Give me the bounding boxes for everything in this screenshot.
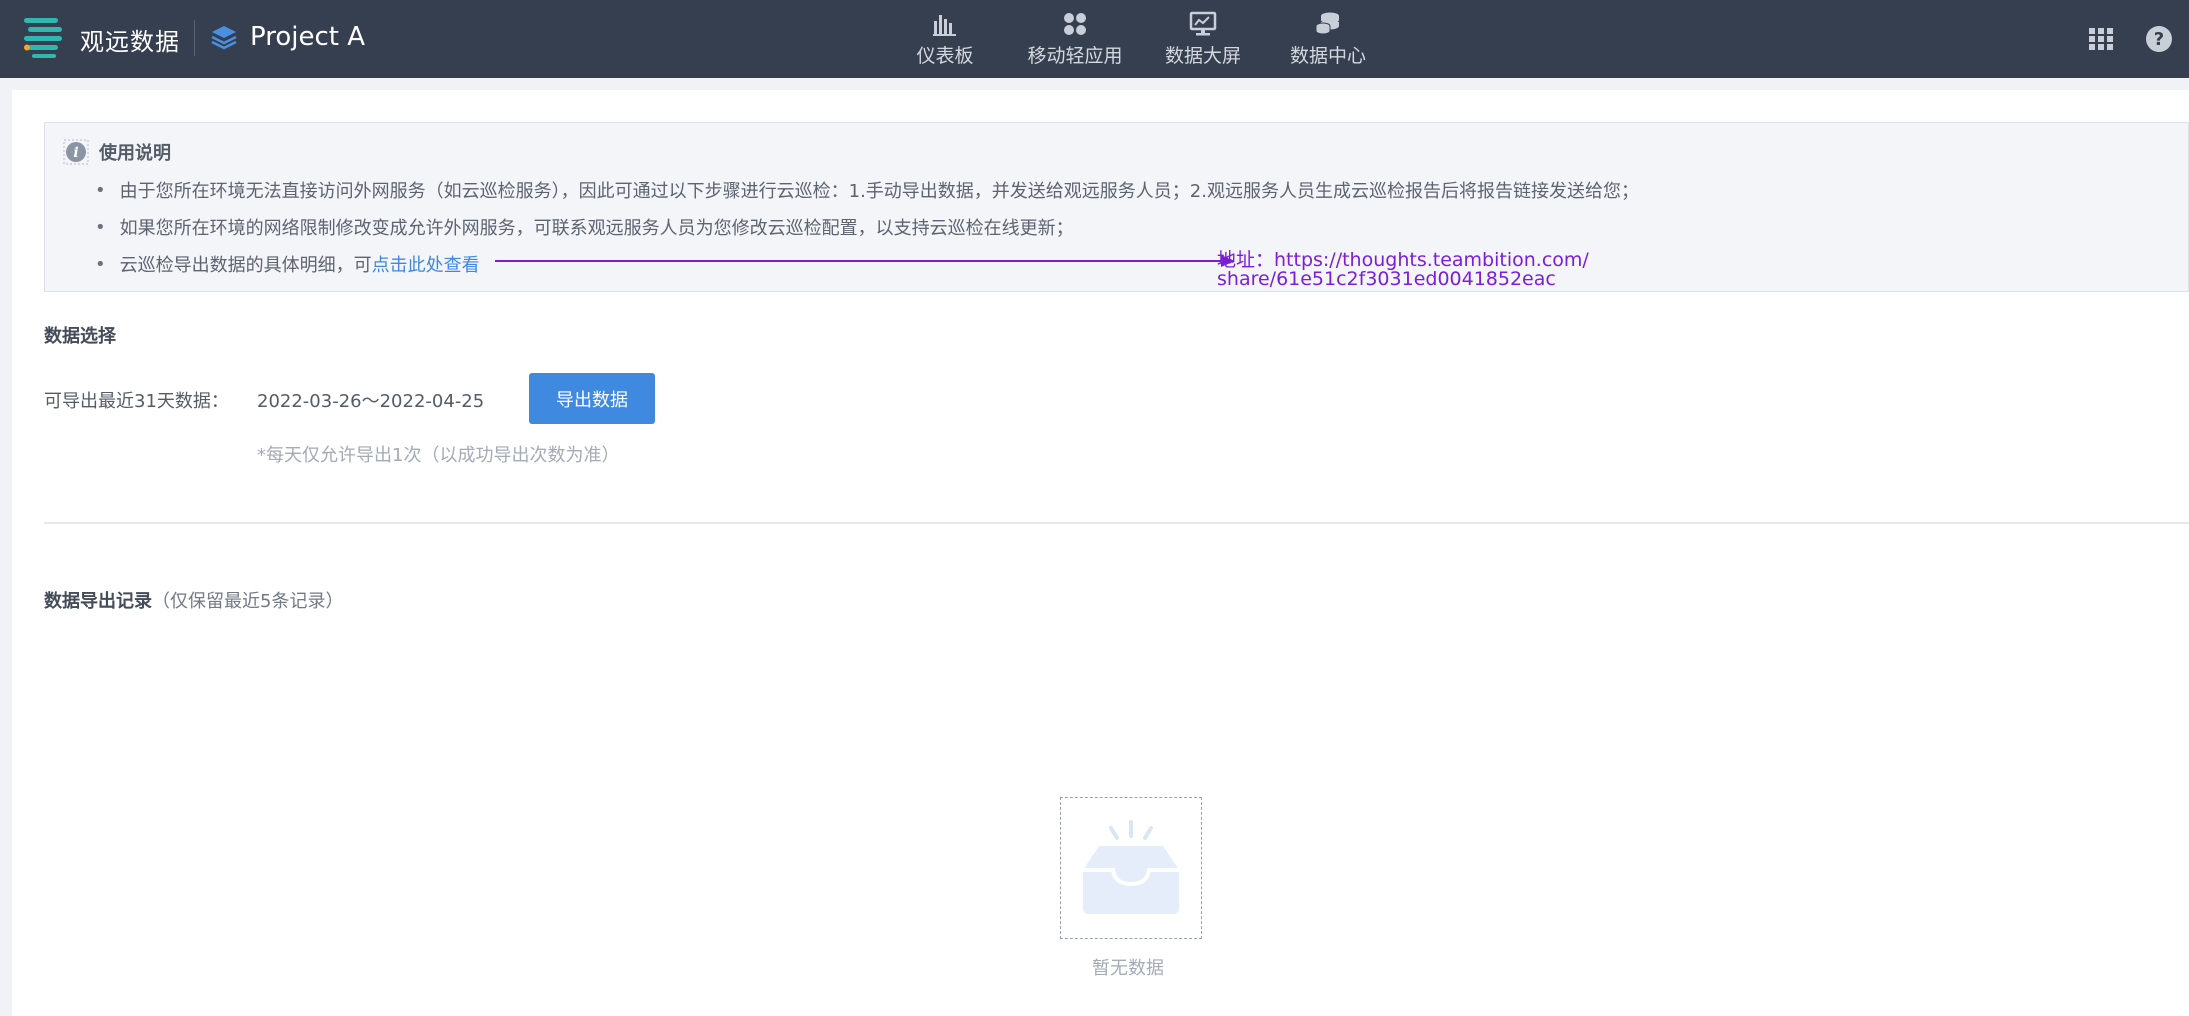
header-divider (194, 20, 195, 56)
nav-mobile-app[interactable]: 移动轻应用 (1025, 0, 1125, 78)
nav-label: 数据中心 (1289, 44, 1366, 67)
content-panel: i 使用说明 由于您所在环境无法直接访问外网服务（如云巡检服务），因此可通过以下… (12, 90, 2189, 1016)
apps-icon[interactable] (2086, 24, 2116, 54)
notice-item: 云巡检导出数据的具体明细，可点击此处查看 (95, 251, 480, 277)
export-data-button[interactable]: 导出数据 (529, 373, 655, 424)
brand-name[interactable]: 观远数据 (80, 22, 180, 57)
notice-item: 由于您所在环境无法直接访问外网服务（如云巡检服务），因此可通过以下步骤进行云巡检… (95, 177, 1639, 203)
nav-data-center[interactable]: 数据中心 (1288, 0, 1368, 78)
annotation-line: share/61e51c2f3031ed0041852eac (1217, 268, 1556, 290)
nav-dashboard[interactable]: 仪表板 (910, 0, 980, 78)
data-select-title: 数据选择 (44, 326, 116, 347)
nav-label: 仪表板 (916, 44, 974, 67)
notice-item: 如果您所在环境的网络限制修改变成允许外网服务，可联系观远服务人员为您修改云巡检配… (95, 214, 1074, 240)
records-title: 数据导出记录 (44, 591, 152, 612)
annotation-address: 地址：https://thoughts.teambition.com/ shar… (1217, 251, 1589, 289)
nav-data-screen[interactable]: 数据大屏 (1163, 0, 1243, 78)
logo-icon[interactable] (22, 15, 66, 59)
layers-icon (211, 26, 237, 50)
export-range-label: 可导出最近31天数据： (44, 391, 229, 412)
help-icon[interactable]: ? (2144, 24, 2174, 54)
detail-link[interactable]: 点击此处查看 (372, 251, 480, 277)
svg-text:?: ? (2154, 29, 2164, 50)
empty-inbox-icon (1083, 820, 1179, 914)
project-name[interactable]: Project A (250, 22, 365, 52)
empty-state-text: 暂无数据 (1092, 958, 1164, 979)
notice-header: i 使用说明 (63, 139, 171, 165)
monitor-icon (1189, 11, 1217, 35)
empty-state (1060, 797, 1202, 939)
usage-notice: i 使用说明 由于您所在环境无法直接访问外网服务（如云巡检服务），因此可通过以下… (44, 122, 2189, 292)
top-navbar: 观远数据 Project A 仪表板 移动轻应用 数据大屏 数据中心 ? (0, 0, 2189, 78)
export-range-value: 2022-03-26～2022-04-25 (257, 391, 485, 412)
notice-title: 使用说明 (99, 143, 171, 164)
info-icon: i (63, 139, 89, 165)
svg-text:i: i (73, 145, 78, 161)
section-divider (44, 522, 2189, 524)
records-subtitle: （仅保留最近5条记录） (152, 591, 344, 612)
notice-item-text: 由于您所在环境无法直接访问外网服务（如云巡检服务），因此可通过以下步骤进行云巡检… (119, 181, 1639, 202)
bar-chart-icon (933, 14, 956, 36)
app-grid-icon (1064, 12, 1086, 35)
database-icon (1315, 12, 1339, 34)
notice-item-text: 如果您所在环境的网络限制修改变成允许外网服务，可联系观远服务人员为您修改云巡检配… (119, 218, 1074, 239)
nav-label: 数据大屏 (1164, 44, 1241, 67)
export-records-title: 数据导出记录（仅保留最近5条记录） (44, 587, 343, 613)
nav-label: 移动轻应用 (1027, 44, 1123, 67)
annotation-arrow (495, 255, 1235, 267)
export-hint: *每天仅允许导出1次（以成功导出次数为准） (257, 445, 620, 466)
notice-item-text: 云巡检导出数据的具体明细，可 (119, 255, 372, 276)
